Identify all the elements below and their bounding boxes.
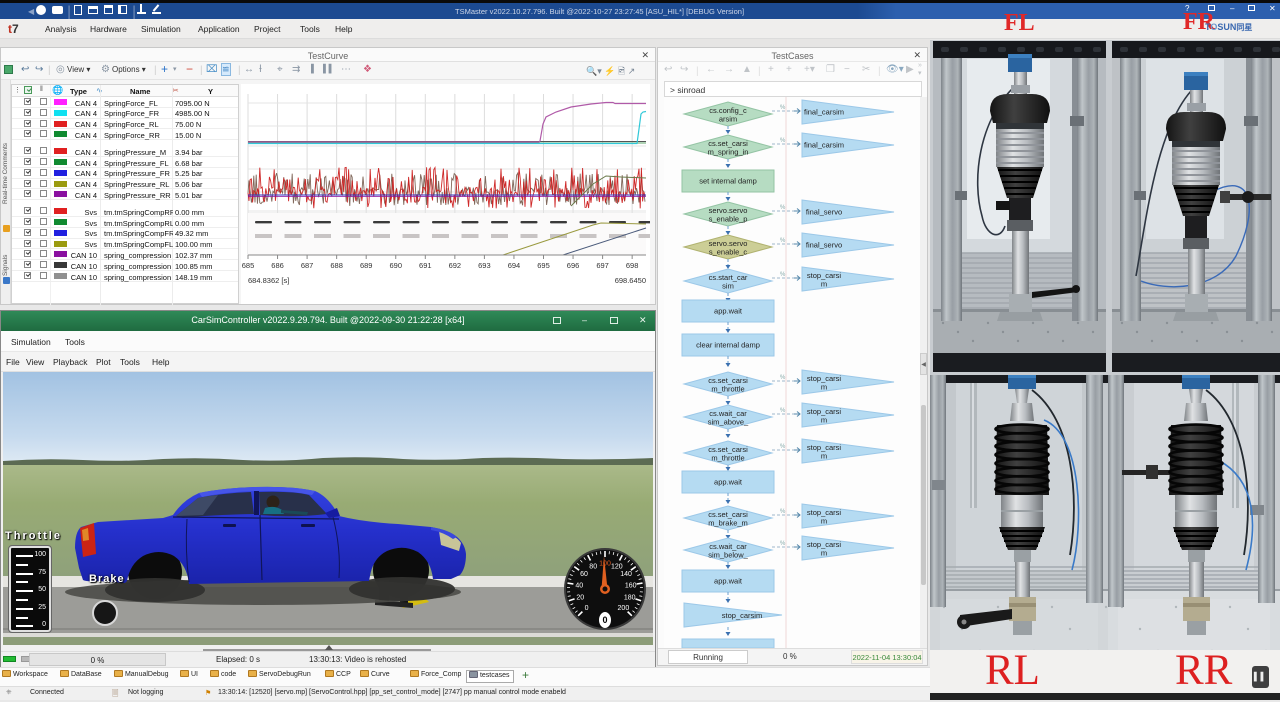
svg-text:180: 180 (624, 595, 636, 602)
svg-text:%: % (780, 541, 786, 547)
svg-text:final_carsim: final_carsim (804, 141, 844, 150)
svg-text:40: 40 (575, 582, 583, 589)
svg-text:693: 693 (478, 261, 491, 270)
svg-text:80: 80 (589, 563, 597, 570)
svg-text:%: % (780, 509, 786, 515)
svg-text:684.8362 [s]: 684.8362 [s] (248, 276, 289, 285)
svg-text:m_spring_in: m_spring_in (708, 148, 749, 157)
svg-text:m: m (821, 383, 827, 392)
svg-text:140: 140 (620, 571, 632, 578)
svg-text:695: 695 (537, 261, 550, 270)
svg-text:696: 696 (567, 261, 580, 270)
svg-text:685: 685 (242, 261, 255, 270)
svg-text:arsim: arsim (719, 115, 737, 124)
svg-text:m: m (821, 517, 827, 526)
svg-text:689: 689 (360, 261, 373, 270)
svg-text:%: % (780, 105, 786, 111)
svg-text:m_throttle: m_throttle (711, 385, 744, 394)
svg-text:final_servo: final_servo (806, 241, 842, 250)
svg-text:200: 200 (618, 605, 630, 612)
svg-text:m: m (821, 416, 827, 425)
svg-text:s_enable_c: s_enable_c (709, 248, 748, 257)
svg-text:690: 690 (389, 261, 402, 270)
svg-text:687: 687 (301, 261, 314, 270)
svg-text:688: 688 (330, 261, 343, 270)
svg-text:698: 698 (626, 261, 639, 270)
svg-text:m: m (821, 549, 827, 558)
svg-text:691: 691 (419, 261, 432, 270)
svg-text:692: 692 (449, 261, 462, 270)
svg-text:sim: sim (722, 282, 734, 291)
svg-text:m_throttle: m_throttle (711, 454, 744, 463)
svg-text:m_brake_m: m_brake_m (708, 519, 748, 528)
svg-text:final_carsim: final_carsim (804, 108, 844, 117)
svg-text:697: 697 (596, 261, 609, 270)
svg-text:0: 0 (602, 615, 607, 625)
svg-text:m: m (821, 280, 827, 289)
svg-text:final_servo: final_servo (806, 208, 842, 217)
svg-text:120: 120 (611, 563, 623, 570)
svg-text:0: 0 (585, 605, 589, 612)
svg-text:%: % (780, 375, 786, 381)
svg-text:m: m (821, 452, 827, 461)
svg-text:%: % (780, 272, 786, 278)
svg-text:stop_carsim: stop_carsim (722, 611, 762, 620)
svg-text:686: 686 (271, 261, 284, 270)
svg-text:160: 160 (625, 582, 637, 589)
svg-text:sim_above_: sim_above_ (708, 418, 749, 427)
svg-text:698.6450: 698.6450 (615, 276, 646, 285)
svg-text:app.wait: app.wait (714, 577, 743, 586)
svg-text:s_enable_p: s_enable_p (709, 215, 748, 224)
svg-text:694: 694 (508, 261, 521, 270)
svg-text:%: % (780, 138, 786, 144)
svg-text:20: 20 (576, 595, 584, 602)
svg-text:sim_below_: sim_below_ (708, 551, 748, 560)
svg-text:%: % (780, 238, 786, 244)
svg-text:set internal damp: set internal damp (699, 177, 757, 186)
svg-text:%: % (780, 205, 786, 211)
svg-text:%: % (780, 444, 786, 450)
svg-text:%: % (780, 408, 786, 414)
svg-text:clear internal damp: clear internal damp (696, 341, 760, 350)
svg-text:60: 60 (580, 571, 588, 578)
svg-text:app.wait: app.wait (714, 478, 743, 487)
svg-text:app.wait: app.wait (714, 307, 743, 316)
